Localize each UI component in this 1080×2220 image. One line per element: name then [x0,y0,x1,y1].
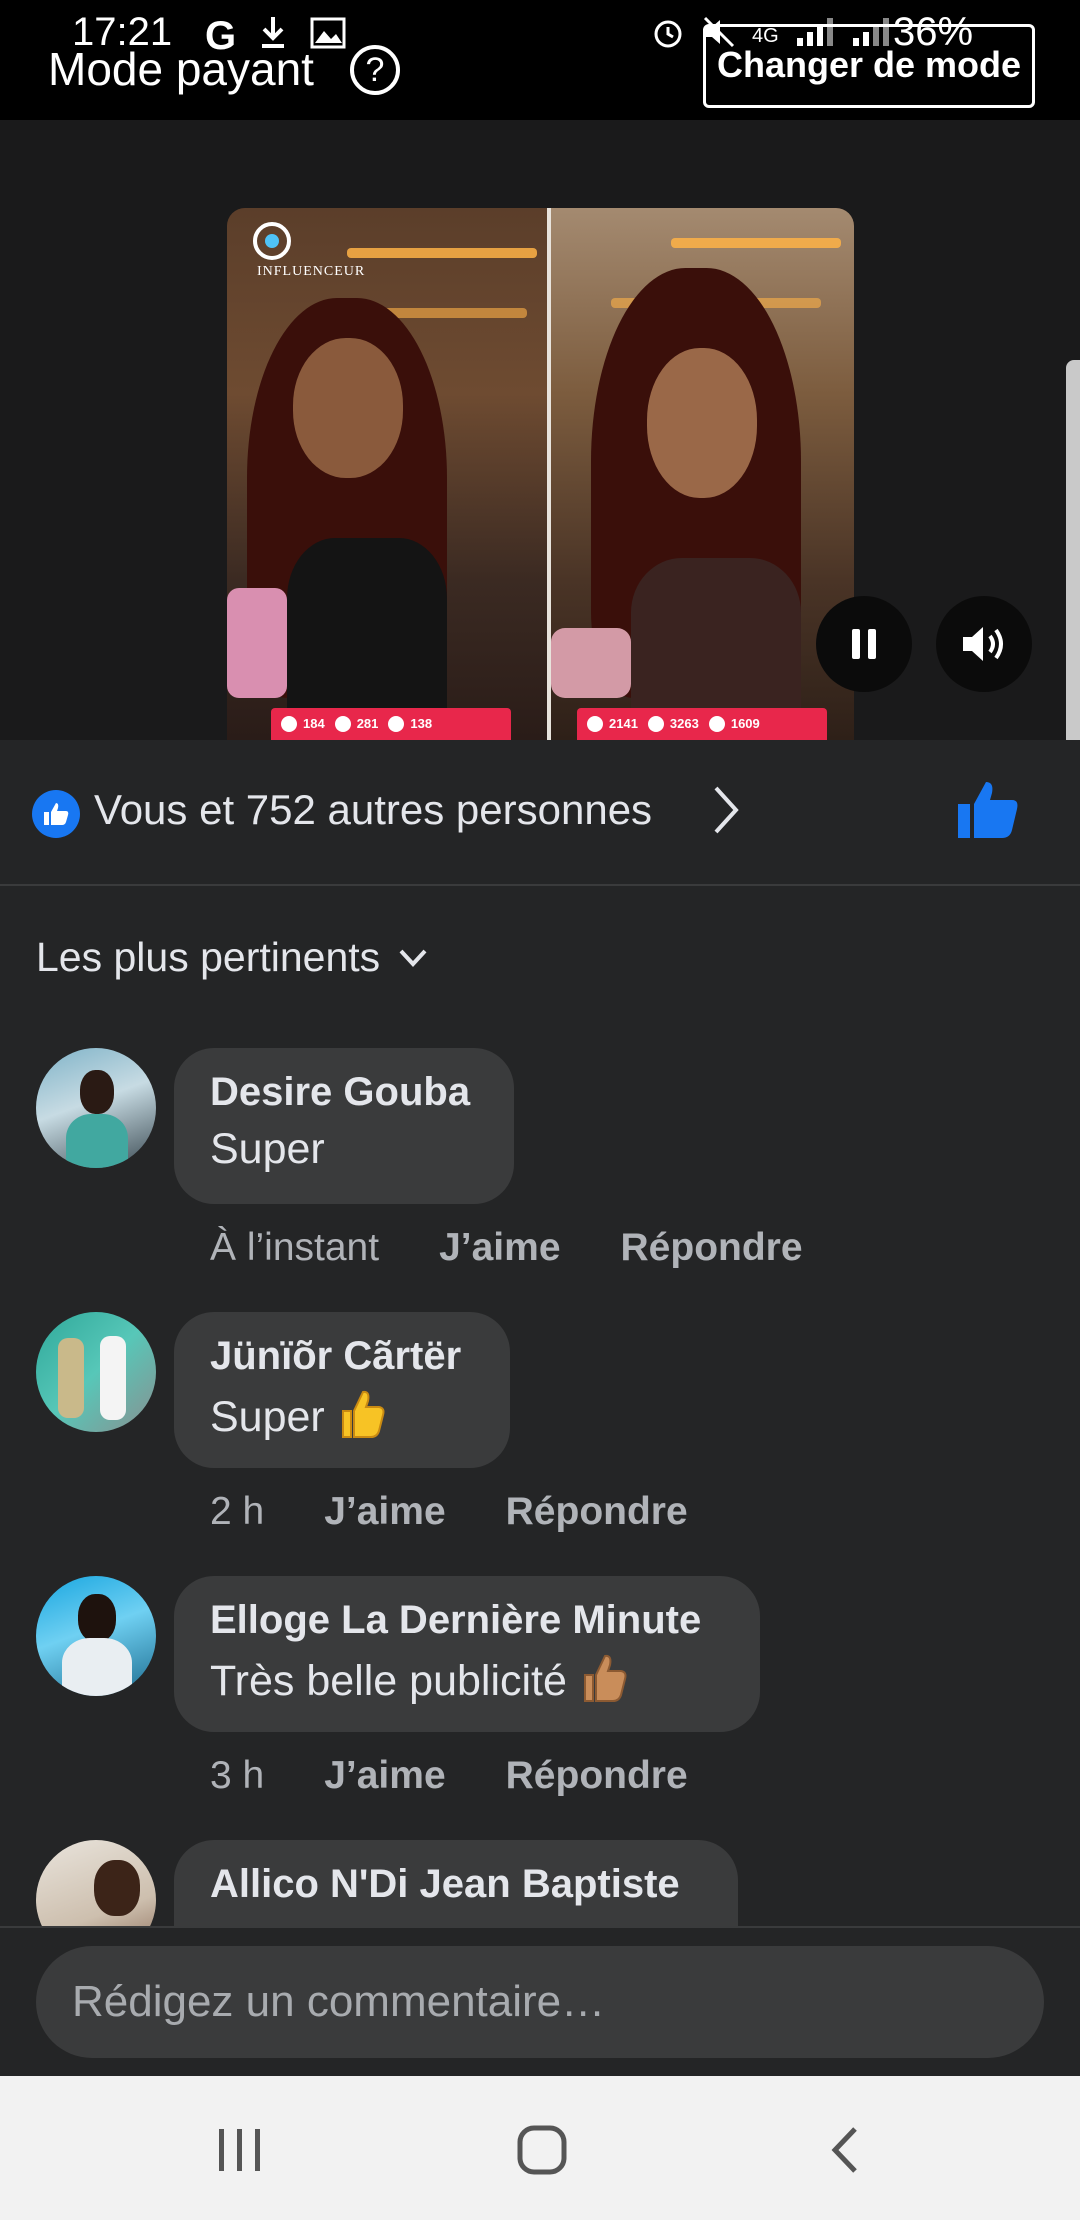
volume-icon [963,627,1003,661]
comment-input[interactable] [36,1946,1044,2058]
thumbs-up-icon [958,782,1018,838]
comment-like-button[interactable]: J’aime [324,1754,445,1798]
avatar[interactable] [36,1312,156,1432]
back-icon [831,2127,857,2173]
comment-bubble[interactable]: Jünïõr Cãrtër Super [174,1312,510,1468]
divider [0,884,1080,886]
comment-text: Super [210,1125,325,1173]
recent-apps-button[interactable] [200,2120,280,2180]
comment-reply-button[interactable]: Répondre [621,1226,803,1270]
video-player[interactable]: INFLUENCEUR 184 281 138 2141 3263 1609 [0,120,1080,740]
chevron-right-icon[interactable] [710,784,740,841]
recent-apps-icon [219,2129,260,2171]
home-icon [517,2125,567,2175]
comment-author[interactable]: Allico N'Di Jean Baptiste [210,1862,704,1907]
likes-summary-text[interactable]: Vous et 752 autres personnes [94,786,652,834]
video-stats-right: 2141 3263 1609 [577,708,827,740]
video-frame[interactable]: INFLUENCEUR 184 281 138 2141 3263 1609 [227,208,854,740]
avatar[interactable] [36,1576,156,1696]
thumbs-up-emoji-icon [581,1653,627,1714]
video-panel-right [551,208,854,740]
comment-text: Super [210,1389,476,1450]
comment-bubble[interactable]: Allico N'Di Jean Baptiste [174,1840,738,1926]
comment-composer-bar [0,1926,1080,2078]
mode-title: Mode payant [48,43,314,95]
top-bar: 17:21 G 4G 36% Mode payant ? Changer de … [0,0,1080,120]
comment-actions: 2 h J’aime Répondre [210,1490,688,1534]
video-divider [547,208,551,740]
comment-time: 2 h [210,1490,265,1533]
image-icon [310,16,346,58]
comment-bubble[interactable]: Desire Gouba Super [174,1048,514,1204]
comment-like-button[interactable]: J’aime [439,1226,560,1270]
avatar[interactable] [36,1048,156,1168]
comment-actions: À l’instant J’aime Répondre [210,1226,803,1270]
pause-icon [852,629,876,659]
comment-author[interactable]: Desire Gouba [210,1070,480,1115]
sort-label: Les plus pertinents [36,934,381,980]
comment-time: À l’instant [210,1226,380,1269]
alarm-icon [650,14,686,59]
back-button[interactable] [804,2120,884,2180]
volume-button[interactable] [936,596,1032,692]
comment-reply-button[interactable]: Répondre [506,1490,688,1534]
thumbs-up-emoji-icon [339,1389,385,1450]
comment-author[interactable]: Elloge La Dernière Minute [210,1598,726,1643]
likes-summary-row[interactable]: Vous et 752 autres personnes [0,740,1080,885]
help-button[interactable]: ? [350,45,400,95]
chevron-down-icon [399,949,427,967]
influenceur-logo: INFLUENCEUR [253,222,364,282]
like-button[interactable] [956,780,1020,845]
avatar[interactable] [36,1840,156,1926]
comment-author[interactable]: Jünïõr Cãrtër [210,1334,476,1379]
comment-actions: 3 h J’aime Répondre [210,1754,688,1798]
comment-like-button[interactable]: J’aime [324,1490,445,1534]
home-button[interactable] [502,2120,582,2180]
comment-bubble[interactable]: Elloge La Dernière Minute Très belle pub… [174,1576,760,1732]
comment-time: 3 h [210,1754,265,1797]
video-panel-left [227,208,547,740]
video-stats-left: 184 281 138 [271,708,511,740]
switch-mode-button[interactable]: Changer de mode [703,24,1035,108]
comment-reply-button[interactable]: Répondre [506,1754,688,1798]
like-reaction-icon [32,790,80,838]
comment-item: Allico N'Di Jean Baptiste [0,1840,1080,1926]
page-scrollbar[interactable] [1066,360,1080,772]
comment-text: Très belle publicité [210,1653,726,1714]
comment-sort-dropdown[interactable]: Les plus pertinents [36,934,428,981]
system-navigation-bar [0,2076,1080,2220]
pause-button[interactable] [816,596,912,692]
